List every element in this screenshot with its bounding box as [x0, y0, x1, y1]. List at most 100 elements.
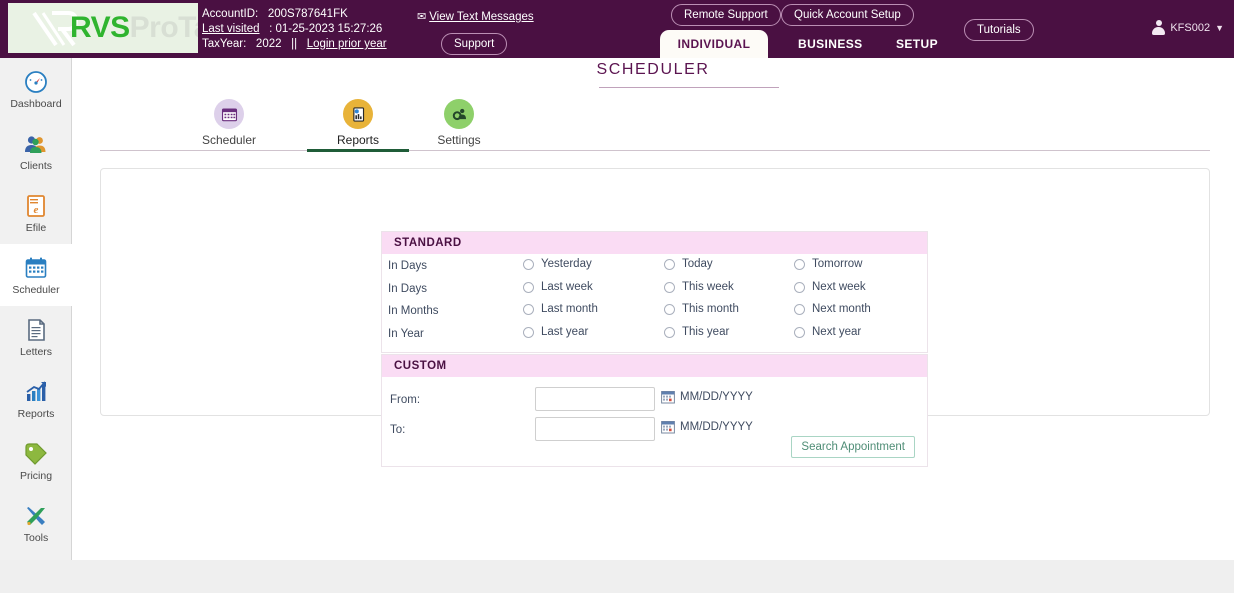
brand-logo-text: RVSProTax	[70, 12, 198, 44]
radio-dot-yesterday[interactable]	[523, 258, 534, 270]
sidebar-item-scheduler[interactable]: Scheduler	[0, 244, 72, 306]
radio-dot-today[interactable]	[664, 258, 675, 270]
from-label: From:	[390, 394, 421, 406]
radio-this-month[interactable]: This month	[664, 303, 739, 315]
sidebar-item-dashboard[interactable]: Dashboard	[0, 58, 72, 120]
sidebar-item-reports[interactable]: Reports	[0, 368, 72, 430]
people-icon	[25, 135, 46, 153]
radio-label-this-month: This month	[682, 303, 739, 315]
envelope-icon: ✉	[417, 11, 427, 23]
tax-year-label: TaxYear:	[202, 38, 247, 50]
radio-yesterday[interactable]: Yesterday	[523, 258, 592, 270]
brand-logo[interactable]: RVSProTax	[8, 3, 198, 53]
radio-label-last-week: Last week	[541, 281, 593, 293]
radio-dot-next-week[interactable]	[794, 281, 805, 293]
standard-panel-body: In Days Yesterday Today Tomorrow In Days…	[382, 254, 927, 353]
search-appointment-button[interactable]: Search Appointment	[791, 436, 915, 458]
radio-next-month[interactable]: Next month	[794, 303, 871, 315]
quick-account-setup-button[interactable]: Quick Account Setup	[781, 4, 914, 26]
tab-reports[interactable]: Reports	[307, 93, 409, 152]
sidebar-item-efile[interactable]: e Efile	[0, 182, 72, 244]
page-title: SCHEDULER	[596, 61, 710, 78]
radio-this-year[interactable]: This year	[664, 326, 729, 338]
calendar-picker-icon[interactable]	[661, 420, 675, 434]
nav-tab-individual[interactable]: INDIVIDUAL	[660, 30, 768, 58]
tax-year-value: 2022	[255, 38, 282, 50]
standard-row-year: In Year Last year This year Next year	[382, 324, 929, 347]
radio-label-today: Today	[682, 258, 713, 270]
radio-dot-this-week[interactable]	[664, 281, 675, 293]
view-text-messages-link[interactable]: ✉ View Text Messages	[417, 10, 534, 23]
sidebar-item-letters[interactable]: Letters	[0, 306, 72, 368]
radio-dot-this-year[interactable]	[664, 326, 675, 338]
radio-dot-tomorrow[interactable]	[794, 258, 805, 270]
from-date-input[interactable]	[535, 387, 655, 411]
radio-dot-last-week[interactable]	[523, 281, 534, 293]
sidebar-item-pricing[interactable]: Pricing	[0, 430, 72, 492]
caret-down-icon: ▼	[1215, 22, 1224, 33]
calendar-picker-icon[interactable]	[661, 390, 675, 404]
last-visited-row: Last visited : 01-25-2023 15:27:26	[202, 22, 387, 37]
sidebar-label-scheduler: Scheduler	[12, 283, 60, 296]
radio-dot-next-year[interactable]	[794, 326, 805, 338]
support-button[interactable]: Support	[441, 33, 508, 55]
wrench-screwdriver-icon	[27, 506, 45, 525]
tab-settings[interactable]: Settings	[408, 93, 510, 151]
radio-dot-last-month[interactable]	[523, 303, 534, 315]
view-text-messages-label: View Text Messages	[429, 11, 534, 23]
main-content: SCHEDULER Scheduler Reports Settings STA…	[72, 58, 1234, 560]
tab-scheduler[interactable]: Scheduler	[178, 93, 280, 151]
svg-text:e: e	[34, 204, 39, 216]
radio-last-month[interactable]: Last month	[523, 303, 598, 315]
to-date-input[interactable]	[535, 417, 655, 441]
row-label-in-year: In Year	[388, 328, 424, 340]
speedometer-icon	[25, 70, 47, 93]
radio-label-this-year: This year	[682, 326, 730, 338]
account-info-block: AccountID: 200S787641FK Last visited : 0…	[202, 7, 387, 52]
radio-dot-last-year[interactable]	[523, 326, 534, 338]
radio-next-week[interactable]: Next week	[794, 281, 866, 293]
standard-panel-title: STANDARD	[382, 232, 927, 254]
radio-dot-this-month[interactable]	[664, 303, 675, 315]
nav-tab-setup[interactable]: SETUP	[878, 30, 956, 58]
brand-logo-primary: RVS	[70, 11, 130, 44]
bar-chart-arrow-icon	[26, 380, 46, 401]
user-avatar-icon	[1152, 20, 1166, 35]
top-header-bar: RVSProTax AccountID: 200S787641FK Last v…	[0, 0, 1234, 58]
nav-tab-business[interactable]: BUSINESS	[780, 30, 881, 58]
radio-label-next-month: Next month	[812, 303, 871, 315]
radio-dot-next-month[interactable]	[794, 303, 805, 315]
radio-label-last-year: Last year	[541, 326, 589, 338]
sidebar-label-reports: Reports	[17, 407, 55, 420]
efile-document-icon: e	[27, 194, 45, 217]
remote-support-button[interactable]: Remote Support	[671, 4, 781, 26]
row-label-in-days-1: In Days	[388, 260, 427, 272]
sidebar-item-clients[interactable]: Clients	[0, 120, 72, 182]
sidebar-label-tools: Tools	[23, 531, 49, 544]
radio-label-tomorrow: Tomorrow	[812, 258, 863, 270]
account-id-value: 200S787641FK	[267, 8, 348, 20]
calendar-icon	[214, 99, 244, 129]
radio-tomorrow[interactable]: Tomorrow	[794, 258, 862, 270]
row-label-in-days-2: In Days	[388, 283, 427, 295]
account-id-label: AccountID:	[202, 8, 259, 20]
to-label: To:	[390, 424, 406, 436]
user-menu[interactable]: KFS002 ▼	[1152, 20, 1224, 35]
radio-last-week[interactable]: Last week	[523, 281, 593, 293]
radio-this-week[interactable]: This week	[664, 281, 734, 293]
radio-next-year[interactable]: Next year	[794, 326, 861, 338]
to-date-format-hint: MM/DD/YYYY	[680, 421, 753, 433]
tab-settings-label: Settings	[437, 133, 481, 147]
radio-last-year[interactable]: Last year	[523, 326, 588, 338]
radio-label-this-week: This week	[682, 281, 734, 293]
custom-filter-panel: CUSTOM From: MM/DD/YYYY To: MM/DD/YYYY S…	[381, 354, 928, 467]
radio-label-next-year: Next year	[812, 326, 862, 338]
radio-today[interactable]: Today	[664, 258, 713, 270]
login-prior-year-link[interactable]: Login prior year	[307, 38, 387, 50]
tab-scheduler-label: Scheduler	[201, 133, 257, 147]
gear-person-icon	[444, 99, 474, 129]
report-doc-icon	[343, 99, 373, 129]
tutorials-button[interactable]: Tutorials	[964, 19, 1034, 41]
from-date-format-hint: MM/DD/YYYY	[680, 391, 753, 403]
sidebar-item-tools[interactable]: Tools	[0, 492, 72, 554]
